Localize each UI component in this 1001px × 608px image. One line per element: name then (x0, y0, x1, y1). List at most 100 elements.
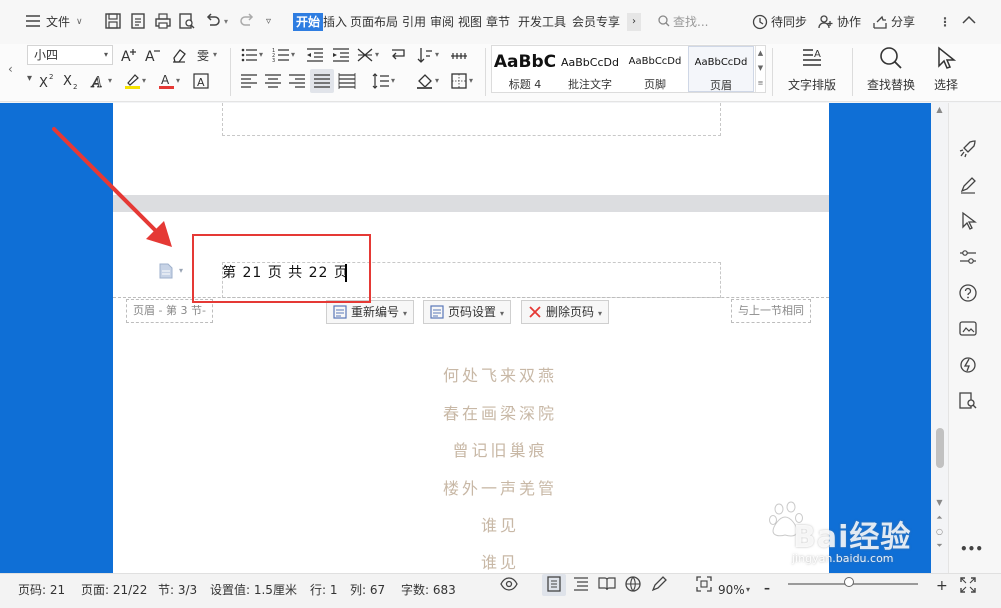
styles-expand-icon[interactable]: ≡ (756, 76, 765, 91)
align-right-icon[interactable] (288, 72, 306, 90)
status-word-count[interactable]: 字数: 683 (401, 582, 456, 598)
search-input[interactable]: 查找... (673, 12, 753, 32)
undo-icon[interactable] (204, 12, 222, 30)
style-heading-4[interactable]: AaBbC 标题 4 (492, 46, 558, 92)
style-comment-text[interactable]: AaBbCcDd 批注文字 (558, 46, 622, 92)
page-view-icon[interactable] (545, 575, 563, 593)
sync-button[interactable]: 待同步 (771, 13, 807, 31)
save-icon[interactable] (104, 12, 122, 30)
renumber-button[interactable]: 重新编号 ▾ (326, 300, 415, 324)
ribbon-scroll-left-icon[interactable]: ‹ (8, 62, 13, 76)
numbered-list-icon[interactable]: 123 (272, 46, 290, 64)
next-page-icon[interactable]: ⏷ (931, 541, 948, 551)
tab-view[interactable]: 视图 (458, 13, 482, 31)
chinese-layout-icon[interactable] (356, 46, 374, 64)
select-button[interactable]: 选择 (926, 46, 966, 98)
decrease-indent-icon[interactable] (306, 46, 324, 64)
browse-object-icon[interactable]: ○ (931, 527, 948, 536)
styles-scroll-down-icon[interactable]: ▼ (756, 61, 765, 76)
collaborate-button[interactable]: 协作 (837, 13, 861, 31)
tab-developer[interactable]: 开发工具 (518, 13, 566, 31)
increase-indent-icon[interactable] (332, 46, 350, 64)
font-dropdown-icon[interactable]: ▾ (27, 73, 32, 84)
tab-page-layout[interactable]: 页面布局 (350, 13, 398, 31)
tab-insert[interactable]: 插入 (323, 13, 347, 31)
help-icon[interactable] (958, 283, 978, 303)
style-footer[interactable]: AaBbCcDd 页脚 (622, 46, 688, 92)
find-replace-button[interactable]: 查找替换 (858, 46, 924, 98)
smart-tool-icon[interactable] (958, 355, 978, 375)
undo-dropdown-icon[interactable]: ▾ (224, 13, 228, 31)
previous-page-icon[interactable]: ⏶ (931, 513, 948, 523)
tab-review[interactable]: 审阅 (430, 13, 454, 31)
web-view-icon[interactable] (624, 575, 642, 593)
more-options-icon[interactable]: ⋮ (939, 13, 951, 31)
borders-icon[interactable] (450, 72, 468, 90)
outline-view-icon[interactable] (572, 575, 590, 593)
scroll-down-icon[interactable]: ▼ (931, 498, 948, 507)
shading-icon[interactable] (416, 72, 434, 90)
select-pointer-icon[interactable] (958, 211, 978, 231)
font-size-select[interactable]: 小四 ▾ (27, 45, 113, 65)
superscript-icon[interactable]: X2 (38, 72, 56, 90)
zoom-slider-handle[interactable] (844, 577, 854, 587)
show-marks-icon[interactable] (450, 46, 468, 64)
image-edit-icon[interactable] (958, 319, 978, 339)
increase-font-icon[interactable]: A (120, 46, 138, 64)
character-border-icon[interactable]: A (192, 72, 210, 90)
sort-dropdown-icon[interactable]: ▾ (435, 50, 439, 59)
borders-dropdown-icon[interactable]: ▾ (469, 76, 473, 85)
styles-scrollbar[interactable]: ▲ ▼ ≡ (755, 46, 765, 92)
share-button[interactable]: 分享 (891, 13, 915, 31)
customize-toolbar-icon[interactable]: ▿ (266, 13, 271, 31)
page-number-settings-button[interactable]: 页码设置 ▾ (423, 300, 512, 324)
fullscreen-icon[interactable] (960, 577, 976, 593)
align-center-icon[interactable] (264, 72, 282, 90)
file-menu-chevron-icon[interactable]: ∨ (76, 13, 83, 31)
more-tabs-chevron-icon[interactable]: › (627, 13, 641, 31)
same-as-previous-button[interactable]: 与上一节相同 (731, 299, 811, 323)
chinese-layout-dropdown-icon[interactable]: ▾ (375, 50, 379, 59)
header-document-icon[interactable] (159, 263, 173, 279)
pen-icon[interactable] (958, 175, 978, 195)
file-menu[interactable]: 文件 (46, 13, 70, 31)
status-column[interactable]: 列: 67 (350, 582, 385, 598)
text-effect-icon[interactable]: A (90, 72, 108, 90)
highlight-dropdown-icon[interactable]: ▾ (142, 76, 146, 85)
line-spacing-dropdown-icon[interactable]: ▾ (391, 76, 395, 85)
distributed-align-icon[interactable] (338, 72, 356, 90)
status-section[interactable]: 节: 3/3 (158, 582, 197, 598)
export-pdf-icon[interactable] (130, 12, 148, 30)
header-document-dropdown-icon[interactable]: ▾ (179, 266, 183, 275)
sidebar-more-icon[interactable]: ••• (960, 542, 983, 556)
collapse-ribbon-icon[interactable] (962, 15, 976, 25)
status-row[interactable]: 行: 1 (310, 582, 338, 598)
reading-view-icon[interactable] (598, 575, 616, 593)
numbering-dropdown-icon[interactable]: ▾ (291, 50, 295, 59)
shading-dropdown-icon[interactable]: ▾ (435, 76, 439, 85)
document-search-icon[interactable] (958, 391, 978, 411)
scroll-up-icon[interactable]: ▲ (931, 105, 948, 114)
line-spacing-icon[interactable] (372, 72, 390, 90)
tab-home[interactable]: 开始 (293, 13, 324, 31)
tab-chapter[interactable]: 章节 (486, 13, 510, 31)
adjust-settings-icon[interactable] (958, 247, 978, 267)
text-effect-dropdown-icon[interactable]: ▾ (108, 76, 112, 85)
eye-protect-icon[interactable] (500, 575, 518, 593)
redo-icon[interactable] (238, 12, 256, 30)
tab-member[interactable]: 会员专享 (572, 13, 620, 31)
print-icon[interactable] (154, 12, 172, 30)
font-color-icon[interactable]: A (158, 72, 176, 90)
phonetic-dropdown-icon[interactable]: ▾ (213, 50, 217, 59)
print-preview-icon[interactable] (178, 12, 196, 30)
tab-references[interactable]: 引用 (402, 13, 426, 31)
zoom-in-button[interactable]: + (936, 578, 948, 594)
phonetic-guide-icon[interactable]: 雯 (196, 46, 214, 64)
document-scrollbar[interactable]: ▲ ▼ ⏶ ○ ⏷ (931, 103, 948, 573)
scroll-thumb[interactable] (936, 428, 944, 468)
sort-icon[interactable] (416, 46, 434, 64)
hamburger-icon[interactable] (26, 15, 40, 27)
text-layout-button[interactable]: A 文字排版 (780, 46, 844, 98)
justify-icon[interactable] (313, 72, 331, 90)
delete-page-number-button[interactable]: 删除页码 ▾ (521, 300, 610, 324)
